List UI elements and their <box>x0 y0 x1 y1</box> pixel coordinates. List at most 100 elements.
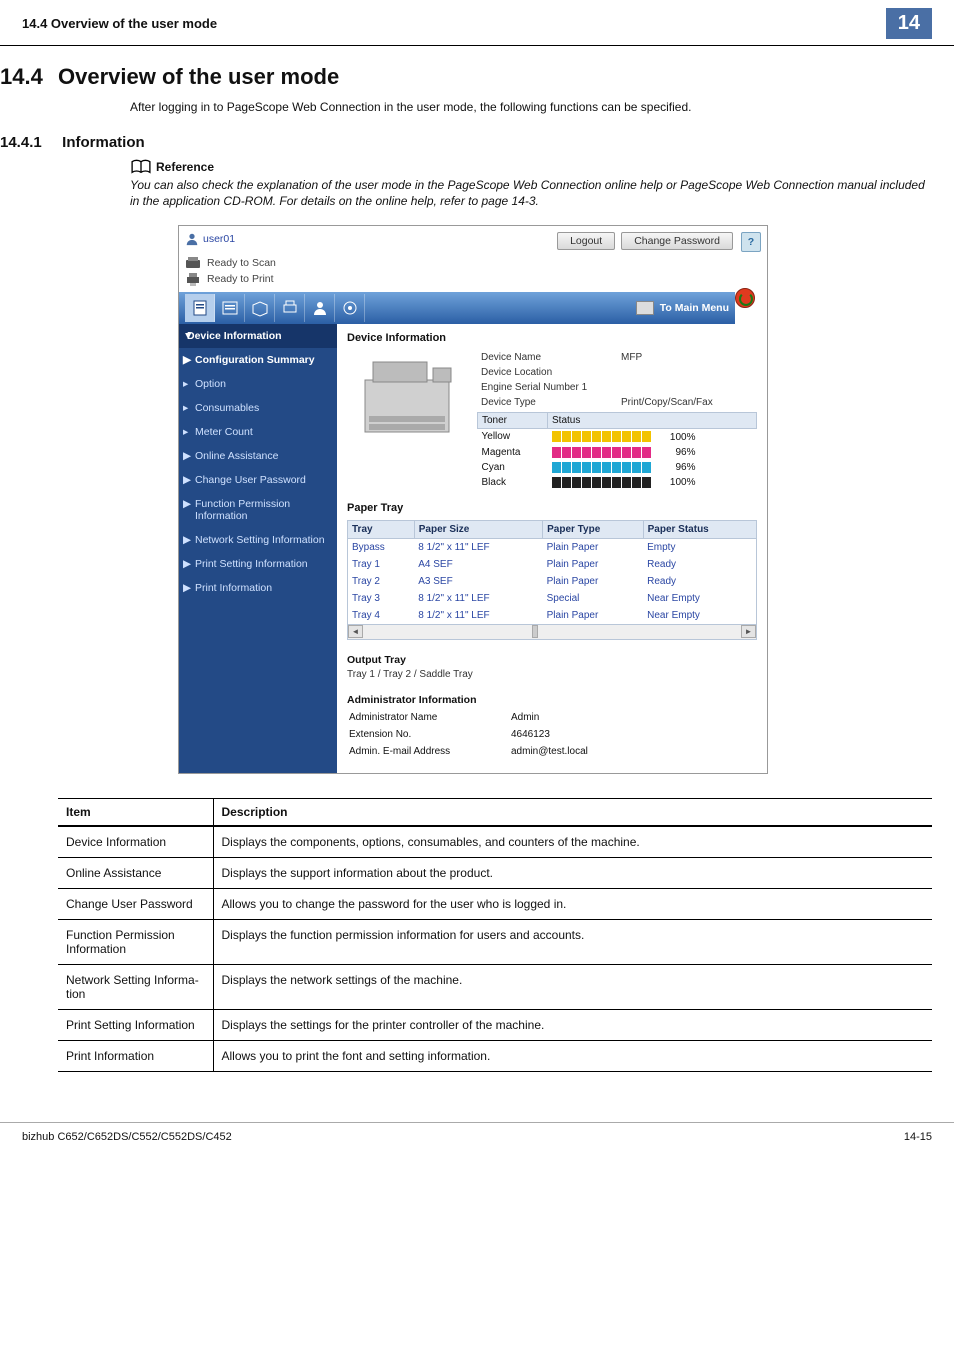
user-indicator: user01 <box>185 232 551 246</box>
admin-row: Administrator NameAdmin <box>349 710 604 725</box>
admin-info-heading: Administrator Information <box>347 694 757 706</box>
sidebar-item[interactable]: ▶Network Setting Information <box>179 528 337 552</box>
mode-toolbar: To Main Menu <box>179 292 735 324</box>
ptray-row: Tray 2A3 SEFPlain PaperReady <box>348 573 757 590</box>
paper-tray-heading: Paper Tray <box>347 502 757 514</box>
ptray-row: Tray 48 1/2" x 11" LEFPlain PaperNear Em… <box>348 607 757 625</box>
devinfo-row: Engine Serial Number 1 <box>477 380 757 395</box>
toner-row: Cyan96% <box>478 460 757 475</box>
subsection-heading: 14.4.1 Information <box>58 134 932 151</box>
admin-row: Admin. E-mail Addressadmin@test.local <box>349 744 604 759</box>
tab-info-icon[interactable] <box>185 294 215 322</box>
desc-row: Change User PasswordAllows you to change… <box>58 888 932 919</box>
toner-row: Black100% <box>478 475 757 490</box>
reference-box: Reference You can also check the explana… <box>130 159 932 209</box>
ptray-row: Tray 38 1/2" x 11" LEFSpecialNear Empty <box>348 590 757 607</box>
window-icon <box>636 301 654 315</box>
desc-row: Online AssistanceDisplays the support in… <box>58 857 932 888</box>
sidebar-nav: ▼Device Information▶Configuration Summar… <box>179 324 337 773</box>
paper-tray-section: Paper Tray TrayPaper SizePaper TypePaper… <box>347 502 757 640</box>
change-password-button[interactable]: Change Password <box>621 232 733 250</box>
ready-print-text: Ready to Print <box>207 273 274 285</box>
section-number: 14.4 <box>0 64 43 90</box>
desc-col-desc: Description <box>213 798 932 826</box>
logout-button[interactable]: Logout <box>557 232 615 250</box>
toner-row: Magenta96% <box>478 445 757 460</box>
tab-address-icon[interactable] <box>305 294 335 322</box>
desc-row: Print Setting In­formationDisplays the s… <box>58 1009 932 1040</box>
output-tray-list: Tray 1 / Tray 2 / Saddle Tray <box>347 669 757 680</box>
section-title: Overview of the user mode <box>58 64 339 89</box>
tab-job-icon[interactable] <box>215 294 245 322</box>
scroll-right-icon[interactable]: ► <box>741 625 756 638</box>
desc-col-item: Item <box>58 798 213 826</box>
page-header: 14.4 Overview of the user mode 14 <box>0 0 954 46</box>
toner-row: Yellow100% <box>478 429 757 445</box>
tab-direct-print-icon[interactable] <box>275 294 305 322</box>
sidebar-item[interactable]: ▶Online Assistance <box>179 444 337 468</box>
devinfo-row: Device NameMFP <box>477 350 757 365</box>
ptray-row: Tray 1A4 SEFPlain PaperReady <box>348 556 757 573</box>
sidebar-item[interactable]: ▸Option <box>179 372 337 396</box>
section-label: 14.4 Overview of the user mode <box>22 16 217 31</box>
output-tray-heading: Output Tray <box>347 654 757 666</box>
to-main-menu-link[interactable]: To Main Menu <box>636 301 729 315</box>
admin-row: Extension No.4646123 <box>349 727 604 742</box>
ptray-col: Paper Size <box>414 520 542 538</box>
sidebar-item[interactable]: ▶Function Permission Information <box>179 492 337 528</box>
admin-info-section: Administrator Information Administrator … <box>347 694 757 761</box>
desc-row: Device Informa­tionDisplays the componen… <box>58 826 932 858</box>
reference-label: Reference <box>156 160 214 174</box>
refresh-button[interactable] <box>735 288 755 308</box>
web-connection-screenshot: user01 Logout Change Password ? Ready to… <box>178 225 768 774</box>
desc-row: Network Setting Informa­tionDisplays the… <box>58 964 932 1009</box>
description-table: Item Description Device Informa­tionDisp… <box>58 798 932 1072</box>
ready-scan-text: Ready to Scan <box>207 257 276 269</box>
device-info-table: Device NameMFPDevice LocationEngine Seri… <box>477 350 757 490</box>
output-tray-section: Output Tray Tray 1 / Tray 2 / Saddle Tra… <box>347 654 757 680</box>
page-number: 14-15 <box>904 1131 932 1143</box>
sidebar-item[interactable]: ▶Change User Password <box>179 468 337 492</box>
help-button[interactable]: ? <box>741 232 761 252</box>
devinfo-row: Device TypePrint/Copy/Scan/Fax <box>477 395 757 410</box>
to-main-menu-label: To Main Menu <box>660 302 729 314</box>
header-bar: user01 Logout Change Password ? <box>179 226 767 252</box>
devinfo-row: Device Location <box>477 365 757 380</box>
scroll-thumb[interactable] <box>532 625 538 638</box>
book-icon <box>130 159 152 175</box>
sidebar-item[interactable]: ▸Meter Count <box>179 420 337 444</box>
scroll-left-icon[interactable]: ◄ <box>348 625 363 638</box>
status-col: Status <box>548 413 757 429</box>
section-intro: After logging in to PageScope Web Connec… <box>130 100 932 114</box>
subsection-title: Information <box>62 134 145 151</box>
toner-col: Toner <box>478 413 548 429</box>
sidebar-item[interactable]: ▶Print Information <box>179 576 337 600</box>
section-heading: 14.4 Overview of the user mode <box>58 64 932 90</box>
device-image <box>347 350 467 445</box>
ptray-row: Bypass8 1/2" x 11" LEFPlain PaperEmpty <box>348 538 757 556</box>
ptray-col: Paper Type <box>543 520 644 538</box>
model-label: bizhub C652/C652DS/C552/C552DS/C452 <box>22 1131 232 1143</box>
desc-row: Print Informa­tionAllows you to print th… <box>58 1040 932 1071</box>
ptray-col: Paper Status <box>643 520 756 538</box>
subsection-number: 14.4.1 <box>0 134 58 151</box>
desc-row: Function Permis­sion Informa­tionDisplay… <box>58 919 932 964</box>
username: user01 <box>203 233 235 245</box>
sidebar-item[interactable]: ▶Print Setting Information <box>179 552 337 576</box>
sidebar-item[interactable]: ▼Device Information <box>179 324 337 348</box>
scanner-icon <box>185 256 201 270</box>
status-area: Ready to Scan Ready to Print <box>179 252 767 292</box>
main-panel: Device Information Device NameMFPDevice … <box>337 324 767 773</box>
tab-box-icon[interactable] <box>245 294 275 322</box>
ptray-col: Tray <box>348 520 415 538</box>
page-footer: bizhub C652/C652DS/C552/C552DS/C452 14-1… <box>0 1122 954 1151</box>
tab-custom-icon[interactable] <box>335 294 365 322</box>
device-info-heading: Device Information <box>347 332 757 344</box>
reference-text: You can also check the explanation of th… <box>130 177 932 209</box>
chapter-badge: 14 <box>886 8 932 39</box>
printer-icon <box>185 272 201 286</box>
sidebar-item[interactable]: ▶Configuration Summary <box>179 348 337 372</box>
table-h-scrollbar[interactable]: ◄ ► <box>347 625 757 640</box>
sidebar-item[interactable]: ▸Consumables <box>179 396 337 420</box>
user-icon <box>185 232 199 246</box>
